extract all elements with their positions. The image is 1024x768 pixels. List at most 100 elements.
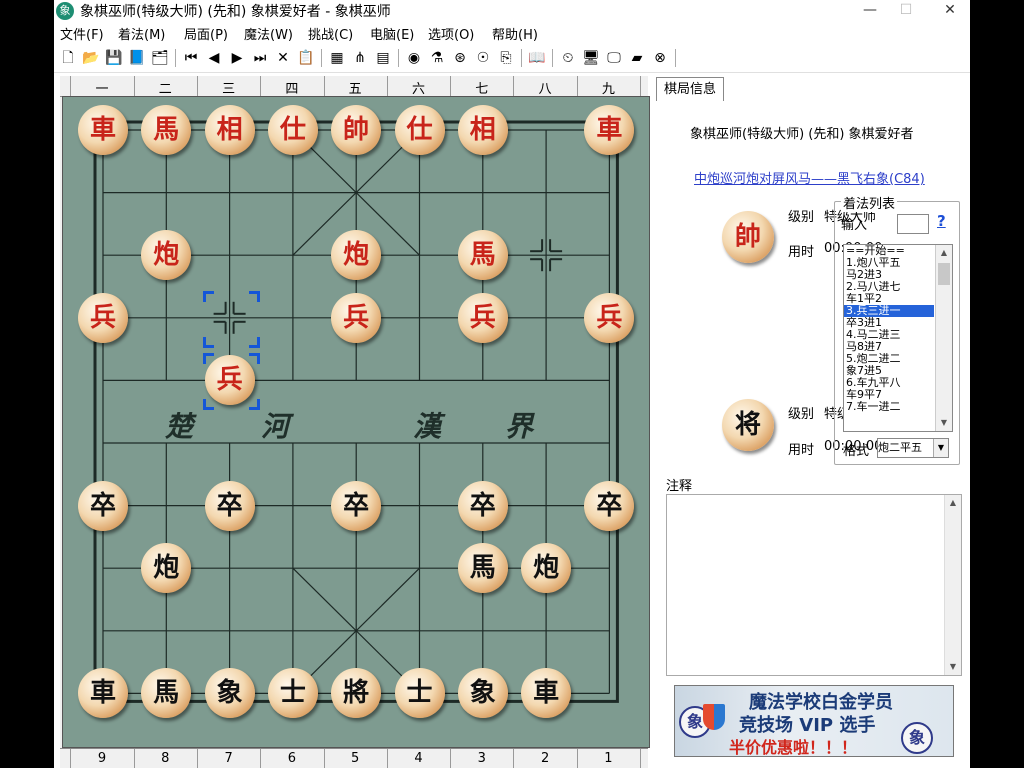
move-input-field[interactable] xyxy=(897,214,929,234)
toolbar-separator xyxy=(675,49,676,67)
black-piece[interactable]: 象 xyxy=(457,668,508,719)
tree-icon[interactable]: ⋔ xyxy=(350,48,370,68)
tab-game-info[interactable]: 棋局信息 xyxy=(656,77,724,102)
black-piece[interactable]: 象 xyxy=(204,668,255,719)
move-list-item[interactable]: 2.马八进七 xyxy=(844,281,934,293)
red-piece[interactable]: 馬 xyxy=(141,105,192,155)
red-piece[interactable]: 車 xyxy=(78,105,128,155)
stop-icon[interactable]: ⊗ xyxy=(650,48,670,68)
move-list-item[interactable]: 7.车一进二 xyxy=(844,401,934,413)
new-icon[interactable]: 🗋 xyxy=(58,48,78,68)
paste-icon[interactable]: 📋 xyxy=(296,48,316,68)
properties-icon[interactable]: 🗂 xyxy=(150,48,170,68)
move-list-item[interactable]: 马2进3 xyxy=(844,269,934,281)
shield-icon xyxy=(703,704,725,730)
last-move-from-marker xyxy=(248,290,260,302)
move-list-item[interactable]: ==开始== xyxy=(844,245,934,257)
chess-board[interactable]: 楚 河 漢 界 車馬相仕帥仕相車炮炮馬兵兵兵兵兵卒卒卒卒卒炮馬炮車馬象士將士象車 xyxy=(62,96,650,748)
chart-icon[interactable]: ▰ xyxy=(627,48,647,68)
copy-icon[interactable]: ⎘ xyxy=(496,48,516,68)
black-piece[interactable]: 炮 xyxy=(521,543,572,594)
move-list-item[interactable]: 5.炮二进二 xyxy=(844,353,934,365)
scroll-up-icon[interactable]: ▲ xyxy=(945,495,961,511)
column-label-top: 三 xyxy=(222,82,236,97)
engine-icon[interactable]: ◉ xyxy=(404,48,424,68)
menu-item-5[interactable]: 电脑(E) xyxy=(370,24,414,43)
opening-link[interactable]: 中炮巡河炮对屏风马——黑飞右象(C84) xyxy=(694,168,925,187)
red-piece[interactable]: 仕 xyxy=(394,105,445,155)
promo-banner[interactable]: 象 魔法学校白金学员 竞技场 VIP 选手 半价优惠啦！！！ 象 xyxy=(674,685,954,757)
move-list-item[interactable]: 6.车九平八 xyxy=(844,377,934,389)
move-list-scrollbar[interactable]: ▲ ▼ xyxy=(935,245,952,431)
black-piece[interactable]: 士 xyxy=(267,668,318,719)
red-piece[interactable]: 仕 xyxy=(267,105,318,155)
delete-icon[interactable]: ✕ xyxy=(273,48,293,68)
move-list-item[interactable]: 车1平2 xyxy=(844,293,934,305)
move-list-item[interactable]: 3.兵三进一 xyxy=(844,305,934,317)
scroll-down-icon[interactable]: ▼ xyxy=(936,415,952,431)
red-piece[interactable]: 相 xyxy=(204,105,255,155)
black-piece[interactable]: 卒 xyxy=(78,480,128,531)
red-piece[interactable]: 相 xyxy=(457,105,508,155)
menu-item-7[interactable]: 帮助(H) xyxy=(492,24,538,43)
clock-icon[interactable]: ⏲ xyxy=(558,48,578,68)
column-divider xyxy=(70,749,72,768)
camera-icon[interactable]: ⊛ xyxy=(450,48,470,68)
red-time-label: 用时 xyxy=(788,245,815,260)
move-list-item[interactable]: 象7进5 xyxy=(844,365,934,377)
black-piece[interactable]: 士 xyxy=(394,668,445,719)
menu-item-3[interactable]: 魔法(W) xyxy=(244,24,293,43)
first-move-icon[interactable]: ⏮ xyxy=(181,48,201,68)
prev-move-icon[interactable]: ◀ xyxy=(204,48,224,68)
notes-scrollbar[interactable]: ▲ ▼ xyxy=(944,495,961,675)
red-piece[interactable]: 兵 xyxy=(78,292,128,343)
column-label-bottom: 2 xyxy=(540,751,550,766)
book-red-icon[interactable]: ▤ xyxy=(373,48,393,68)
black-piece[interactable]: 卒 xyxy=(457,480,508,531)
move-list-item[interactable]: 卒3进1 xyxy=(844,317,934,329)
black-piece[interactable]: 卒 xyxy=(331,480,382,531)
chevron-down-icon[interactable]: ▼ xyxy=(933,439,948,457)
last-move-icon[interactable]: ⏭ xyxy=(250,48,270,68)
move-list-item[interactable]: 马8进7 xyxy=(844,341,934,353)
menu-item-4[interactable]: 挑战(C) xyxy=(308,24,353,43)
menu-item-6[interactable]: 选项(O) xyxy=(428,24,474,43)
format-value: 炮二平五 xyxy=(878,441,922,454)
notebook-icon[interactable]: 📘 xyxy=(127,48,147,68)
move-list[interactable]: ==开始== 1.炮八平五 马2进3 2.马八进七 车1平2 3.兵三进一 卒3进1 4.马二… xyxy=(843,244,953,432)
red-piece[interactable]: 兵 xyxy=(584,292,635,343)
next-move-icon[interactable]: ▶ xyxy=(227,48,247,68)
menu-item-0[interactable]: 文件(F) xyxy=(60,24,104,43)
move-list-item[interactable]: 4.马二进三 xyxy=(844,329,934,341)
minimize-button[interactable]: — xyxy=(850,0,890,22)
red-piece[interactable]: 兵 xyxy=(331,292,382,343)
analyze-icon[interactable]: ⚗ xyxy=(427,48,447,68)
column-divider xyxy=(196,76,198,96)
scroll-thumb[interactable] xyxy=(938,263,950,285)
move-list-item[interactable]: 1.炮八平五 xyxy=(844,257,934,269)
black-piece[interactable]: 卒 xyxy=(204,480,255,531)
close-button[interactable]: ✕ xyxy=(930,0,970,22)
network-icon[interactable]: ☉ xyxy=(473,48,493,68)
column-label-bottom: 4 xyxy=(414,751,423,766)
format-select[interactable]: 炮二平五 ▼ xyxy=(877,438,949,458)
screen-icon[interactable]: 🖵 xyxy=(604,48,624,68)
scroll-down-icon[interactable]: ▼ xyxy=(945,659,961,675)
red-piece[interactable]: 兵 xyxy=(457,292,508,343)
edit-position-icon[interactable]: ▦ xyxy=(327,48,347,68)
move-list-item[interactable]: 车9平7 xyxy=(844,389,934,401)
book-icon[interactable]: 📖 xyxy=(527,48,547,68)
black-piece[interactable]: 馬 xyxy=(457,543,508,594)
menu-item-2[interactable]: 局面(P) xyxy=(184,24,228,43)
scroll-up-icon[interactable]: ▲ xyxy=(936,245,952,261)
menu-item-1[interactable]: 着法(M) xyxy=(118,24,165,43)
red-piece[interactable]: 帥 xyxy=(331,105,382,155)
monitor-icon[interactable]: 🖥 xyxy=(581,48,601,68)
maximize-button[interactable]: ☐ xyxy=(886,0,926,22)
save-icon[interactable]: 💾 xyxy=(104,48,124,68)
help-button[interactable]: ? xyxy=(937,212,946,230)
notes-textarea[interactable]: ▲ ▼ xyxy=(666,494,962,676)
red-piece[interactable]: 馬 xyxy=(457,230,508,281)
open-icon[interactable]: 📂 xyxy=(81,48,101,68)
black-piece[interactable]: 卒 xyxy=(584,480,635,531)
